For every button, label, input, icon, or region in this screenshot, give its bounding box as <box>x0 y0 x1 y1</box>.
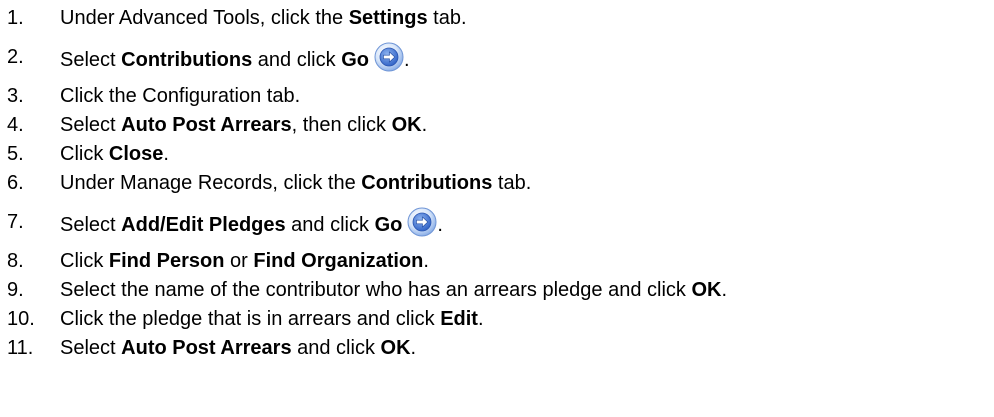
step-text-fragment: . <box>410 337 417 359</box>
step-text-fragment: . <box>403 49 410 71</box>
step-text-fragment: or <box>224 250 254 272</box>
step-bold-term: Go <box>341 49 369 71</box>
step-number: 8. <box>7 250 24 272</box>
step-text: Select Add/Edit Pledges and click Go . <box>60 207 443 240</box>
step-text: Click Find Person or Find Organization. <box>60 246 429 276</box>
step-bold-term: Auto Post Arrears <box>121 114 292 136</box>
step-text: Click Close. <box>60 139 169 169</box>
step-text-fragment: . <box>163 143 169 165</box>
step-bold-term: Contributions <box>361 172 493 194</box>
step-text: Select Auto Post Arrears and click OK. <box>60 333 416 363</box>
step-text: Click the Configuration tab. <box>60 81 300 111</box>
step-text-fragment: . <box>721 279 728 301</box>
step-text-fragment: and click <box>285 214 375 236</box>
step-text-fragment: . <box>423 250 429 272</box>
step-bold-term: Find Organization <box>253 250 424 272</box>
step-bold-term: Go <box>374 214 403 236</box>
step-bold-term: Add/Edit Pledges <box>121 214 286 236</box>
step-text: Select Contributions and click Go . <box>60 42 410 75</box>
step-number: 5. <box>7 143 24 165</box>
step-number: 11. <box>7 337 34 359</box>
step-bold-term: OK <box>691 279 722 301</box>
go-arrow-icon <box>374 42 404 72</box>
step-text-fragment: tab. <box>492 172 532 194</box>
go-arrow-icon <box>407 207 437 237</box>
step-text: Select the name of the contributor who h… <box>60 275 727 305</box>
step-number: 6. <box>7 172 24 194</box>
step-bold-term: OK <box>391 114 422 136</box>
step-bold-term: Auto Post Arrears <box>121 337 292 359</box>
step-text: Select Auto Post Arrears, then click OK. <box>60 110 427 140</box>
step-text-fragment: tab. <box>427 7 467 29</box>
step-bold-term: Close <box>108 143 164 165</box>
step-bold-term: Edit <box>440 308 478 330</box>
step-text: Click the pledge that is in arrears and … <box>60 304 484 334</box>
step-bold-term: Contributions <box>121 49 253 71</box>
step-text-fragment: and click <box>291 337 381 359</box>
step-bold-term: Find Person <box>108 250 225 272</box>
step-number: 9. <box>7 279 24 301</box>
step-text-fragment: Click <box>60 143 109 165</box>
step-bold-term: Settings <box>348 7 428 29</box>
step-number: 7. <box>7 211 24 233</box>
step-number: 4. <box>7 114 24 136</box>
step-text-fragment: Select <box>60 337 122 359</box>
step-text-fragment: Select <box>60 114 122 136</box>
step-text: Under Manage Records, click the Contribu… <box>60 168 531 198</box>
step-text-fragment: . <box>437 214 443 236</box>
step-number: 3. <box>7 85 24 107</box>
step-text-fragment: Click <box>60 250 109 272</box>
step-text: Under Advanced Tools, click the Settings… <box>60 3 467 33</box>
step-text-fragment: Under Advanced Tools, click the <box>60 7 349 29</box>
step-number: 10. <box>7 308 35 330</box>
step-number: 1. <box>7 7 24 29</box>
step-text-fragment: . <box>421 114 428 136</box>
step-text-fragment: and click <box>252 49 342 71</box>
step-text-fragment: Select <box>60 49 122 71</box>
step-bold-term: OK <box>380 337 411 359</box>
step-text-fragment: Click the pledge that is in arrears and … <box>60 308 441 330</box>
step-text-fragment: . <box>477 308 484 330</box>
step-text-fragment: , then click <box>291 114 392 136</box>
step-text-fragment: Select the name of the contributor who h… <box>60 279 692 301</box>
step-text-fragment: Click the Configuration tab. <box>60 85 301 107</box>
step-text-fragment: Under Manage Records, click the <box>60 172 362 194</box>
step-text-fragment: Select <box>60 214 122 236</box>
step-number: 2. <box>7 46 24 68</box>
